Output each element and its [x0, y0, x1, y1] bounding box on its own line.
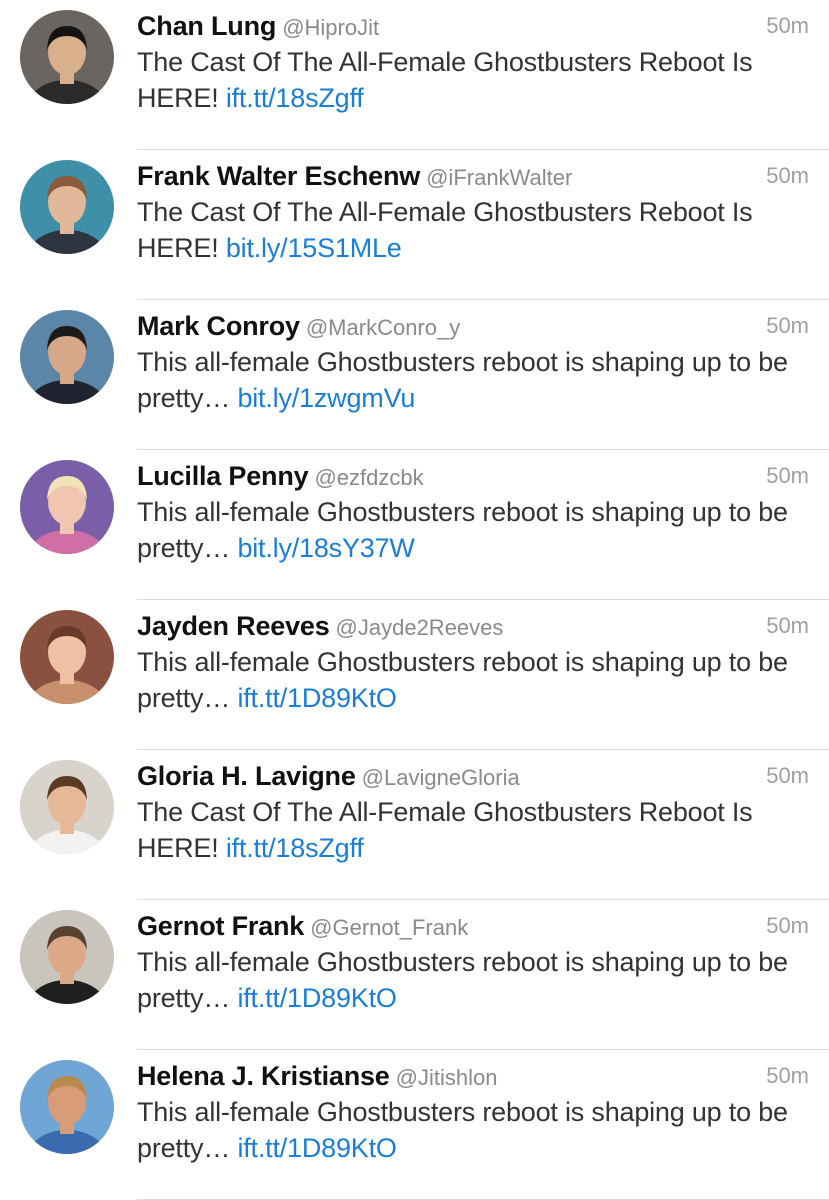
avatar[interactable] — [20, 610, 114, 704]
timestamp: 50m — [766, 1063, 809, 1088]
tweet-row[interactable]: Mark Conroy @MarkConro_y 50m This all-fem… — [0, 300, 829, 450]
tweet-link[interactable]: ift.tt/1D89KtO — [237, 683, 396, 713]
tweet-header: Frank Walter Eschenw @iFrankWalter 50m — [137, 158, 809, 194]
tweet-row[interactable]: Gloria H. Lavigne @LavigneGloria 50m The … — [0, 750, 829, 900]
profile-photo — [20, 910, 114, 1004]
tweet-row[interactable]: Jayden Reeves @Jayde2Reeves 50m This all-… — [0, 600, 829, 750]
avatar[interactable] — [20, 1060, 114, 1154]
tweet-row[interactable]: Chan Lung @HiproJit 50m The Cast Of The A… — [0, 0, 829, 150]
tweet-header: Jayden Reeves @Jayde2Reeves 50m — [137, 608, 809, 644]
display-name[interactable]: Frank Walter Eschenw — [137, 161, 420, 191]
tweet-content: Helena J. Kristianse @Jitishlon 50m This … — [137, 1058, 809, 1166]
profile-photo — [20, 760, 114, 854]
tweet-link[interactable]: ift.tt/18sZgff — [226, 83, 364, 113]
tweet-header: Gernot Frank @Gernot_Frank 50m — [137, 908, 809, 944]
tweet-content: Chan Lung @HiproJit 50m The Cast Of The A… — [137, 8, 809, 116]
profile-photo — [20, 310, 114, 404]
tweet-link[interactable]: bit.ly/15S1MLe — [226, 233, 402, 263]
tweet-header: Gloria H. Lavigne @LavigneGloria 50m — [137, 758, 809, 794]
avatar[interactable] — [20, 10, 114, 104]
tweet-header: Mark Conroy @MarkConro_y 50m — [137, 308, 809, 344]
tweet-content: Frank Walter Eschenw @iFrankWalter 50m Th… — [137, 158, 809, 266]
profile-photo — [20, 610, 114, 704]
display-name[interactable]: Gloria H. Lavigne — [137, 761, 356, 791]
user-handle[interactable]: @HiproJit — [282, 15, 379, 40]
avatar[interactable] — [20, 310, 114, 404]
display-name[interactable]: Chan Lung — [137, 11, 276, 41]
profile-photo — [20, 460, 114, 554]
display-name[interactable]: Jayden Reeves — [137, 611, 330, 641]
timestamp: 50m — [766, 913, 809, 938]
tweet-content: Mark Conroy @MarkConro_y 50m This all-fem… — [137, 308, 809, 416]
tweet-header: Helena J. Kristianse @Jitishlon 50m — [137, 1058, 809, 1094]
tweet-content: Jayden Reeves @Jayde2Reeves 50m This all-… — [137, 608, 809, 716]
user-handle[interactable]: @iFrankWalter — [426, 165, 572, 190]
tweet-text: This all-female Ghostbusters reboot is s… — [137, 344, 809, 416]
user-handle[interactable]: @ezfdzcbk — [314, 465, 423, 490]
display-name[interactable]: Lucilla Penny — [137, 461, 309, 491]
avatar[interactable] — [20, 910, 114, 1004]
timestamp: 50m — [766, 463, 809, 488]
tweet-link[interactable]: bit.ly/1zwgmVu — [237, 383, 415, 413]
avatar[interactable] — [20, 760, 114, 854]
tweet-content: Lucilla Penny @ezfdzcbk 50m This all-fema… — [137, 458, 809, 566]
avatar[interactable] — [20, 460, 114, 554]
user-handle[interactable]: @MarkConro_y — [306, 315, 460, 340]
profile-photo — [20, 1060, 114, 1154]
timeline: Chan Lung @HiproJit 50m The Cast Of The A… — [0, 0, 829, 1200]
timestamp: 50m — [766, 613, 809, 638]
tweet-text: This all-female Ghostbusters reboot is s… — [137, 944, 809, 1016]
tweet-body: This all-female Ghostbusters reboot is s… — [137, 647, 788, 713]
tweet-content: Gernot Frank @Gernot_Frank 50m This all-f… — [137, 908, 809, 1016]
avatar[interactable] — [20, 160, 114, 254]
timestamp: 50m — [766, 163, 809, 188]
tweet-link[interactable]: ift.tt/18sZgff — [226, 833, 364, 863]
tweet-link[interactable]: ift.tt/1D89KtO — [237, 983, 396, 1013]
tweet-header: Chan Lung @HiproJit 50m — [137, 8, 809, 44]
tweet-text: The Cast Of The All-Female Ghostbusters … — [137, 794, 809, 866]
profile-photo — [20, 160, 114, 254]
tweet-body: This all-female Ghostbusters reboot is s… — [137, 1097, 788, 1163]
user-handle[interactable]: @LavigneGloria — [362, 765, 520, 790]
profile-photo — [20, 10, 114, 104]
tweet-text: This all-female Ghostbusters reboot is s… — [137, 644, 809, 716]
tweet-body: This all-female Ghostbusters reboot is s… — [137, 347, 788, 413]
tweet-row[interactable]: Frank Walter Eschenw @iFrankWalter 50m Th… — [0, 150, 829, 300]
timestamp: 50m — [766, 13, 809, 38]
tweet-text: This all-female Ghostbusters reboot is s… — [137, 1094, 809, 1166]
display-name[interactable]: Gernot Frank — [137, 911, 304, 941]
tweet-link[interactable]: bit.ly/18sY37W — [237, 533, 414, 563]
tweet-text: The Cast Of The All-Female Ghostbusters … — [137, 44, 809, 116]
tweet-row[interactable]: Lucilla Penny @ezfdzcbk 50m This all-fema… — [0, 450, 829, 600]
timestamp: 50m — [766, 763, 809, 788]
tweet-text: This all-female Ghostbusters reboot is s… — [137, 494, 809, 566]
tweet-text: The Cast Of The All-Female Ghostbusters … — [137, 194, 809, 266]
tweet-body: This all-female Ghostbusters reboot is s… — [137, 497, 788, 563]
tweet-link[interactable]: ift.tt/1D89KtO — [237, 1133, 396, 1163]
timestamp: 50m — [766, 313, 809, 338]
user-handle[interactable]: @Jitishlon — [396, 1065, 498, 1090]
tweet-body: This all-female Ghostbusters reboot is s… — [137, 947, 788, 1013]
tweet-row[interactable]: Helena J. Kristianse @Jitishlon 50m This … — [0, 1050, 829, 1200]
user-handle[interactable]: @Jayde2Reeves — [336, 615, 504, 640]
display-name[interactable]: Mark Conroy — [137, 311, 300, 341]
tweet-row[interactable]: Gernot Frank @Gernot_Frank 50m This all-f… — [0, 900, 829, 1050]
user-handle[interactable]: @Gernot_Frank — [310, 915, 468, 940]
tweet-content: Gloria H. Lavigne @LavigneGloria 50m The … — [137, 758, 809, 866]
tweet-header: Lucilla Penny @ezfdzcbk 50m — [137, 458, 809, 494]
display-name[interactable]: Helena J. Kristianse — [137, 1061, 390, 1091]
